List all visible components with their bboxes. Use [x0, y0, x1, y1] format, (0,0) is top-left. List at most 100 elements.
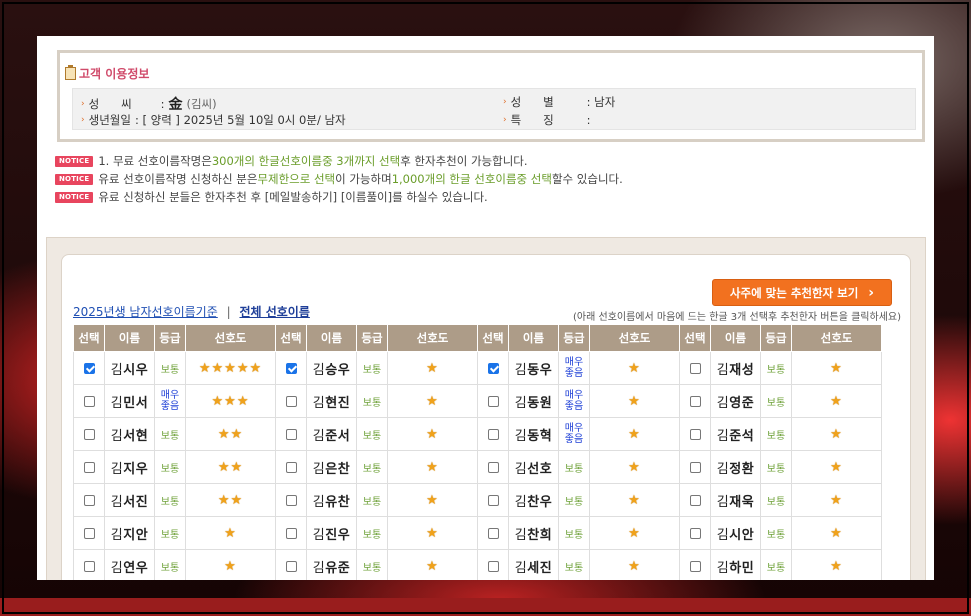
select-cell [477, 450, 509, 484]
korean-name: 김준석 [717, 429, 754, 444]
name-cell: 김준서 [306, 417, 357, 451]
gender-label: 성 별 [510, 95, 554, 109]
preference-cell: ★ [791, 450, 882, 484]
surname-row: › 성 씨 : 金 (김씨) [81, 94, 217, 114]
grade-cell: 보통 [760, 384, 792, 418]
notice-text: 1. 무료 선호이름작명은 [98, 154, 212, 168]
korean-name: 김선호 [515, 462, 552, 477]
name-checkbox[interactable] [83, 561, 95, 572]
trait-value: : [586, 113, 591, 127]
preference-cell: ★ [589, 450, 680, 484]
name-checkbox[interactable] [689, 396, 701, 407]
notice-text: 이 가능하며 [335, 172, 392, 186]
name-given: 민서 [123, 395, 149, 411]
name-header: 이름 [306, 324, 357, 352]
name-header: 이름 [104, 324, 155, 352]
link-all-names[interactable]: 전체 선호이름 [239, 305, 309, 319]
name-cell: 김재성 [710, 351, 761, 385]
select-header: 선택 [477, 324, 509, 352]
grade-cell: 보통 [356, 351, 388, 385]
name-checkbox[interactable] [285, 528, 297, 539]
link-year-criteria[interactable]: 2025년생 남자선호이름기준 [73, 305, 218, 319]
select-cell [275, 549, 307, 580]
grade-badge-normal: 보통 [766, 496, 786, 508]
name-checkbox[interactable] [83, 462, 95, 473]
name-checkbox[interactable] [487, 561, 499, 572]
name-checkbox[interactable] [487, 462, 499, 473]
name-surname: 김 [110, 494, 124, 510]
name-cell: 김연우 [104, 549, 155, 580]
name-surname: 김 [716, 461, 730, 477]
star-rating-icon: ★ [830, 558, 843, 574]
star-rating-icon: ★ [628, 360, 641, 376]
arrow-icon: › [503, 97, 507, 107]
customer-info-title: 고객 이용정보 [65, 65, 149, 82]
recommend-hanja-button[interactable]: 사주에 맞는 추천한자 보기 › [712, 279, 892, 306]
name-surname: 김 [514, 560, 528, 576]
name-checkbox[interactable] [689, 363, 701, 374]
preference-cell: ★ [387, 384, 478, 418]
korean-name: 김동혁 [515, 429, 552, 444]
name-cell: 김승우 [306, 351, 357, 385]
star-rating-icon: ★★ [217, 426, 244, 442]
star-rating-icon: ★ [628, 525, 641, 541]
name-checkbox[interactable] [689, 495, 701, 506]
preference-cell: ★★★ [185, 384, 276, 418]
star-rating-icon: ★ [628, 426, 641, 442]
name-checkbox[interactable] [83, 528, 95, 539]
name-checkbox[interactable] [83, 495, 95, 506]
name-checkbox[interactable] [83, 396, 95, 407]
name-given: 정환 [729, 461, 755, 477]
preference-cell: ★ [589, 549, 680, 580]
notice-highlight: 1,000개의 한글 선호이름중 선택 [391, 172, 552, 186]
grade-badge-normal: 보통 [564, 463, 584, 475]
name-checkbox[interactable] [285, 363, 297, 374]
korean-name: 김진우 [313, 528, 350, 543]
name-checkbox[interactable] [285, 462, 297, 473]
grade-cell: 보통 [558, 483, 590, 517]
grade-cell: 보통 [760, 483, 792, 517]
korean-name: 김연우 [111, 561, 148, 576]
arrow-icon: › [81, 115, 85, 125]
name-checkbox[interactable] [689, 429, 701, 440]
grade-header: 등급 [760, 324, 792, 352]
korean-name: 김영준 [717, 396, 754, 411]
name-checkbox[interactable] [83, 429, 95, 440]
preference-cell: ★ [589, 351, 680, 385]
select-cell [73, 450, 105, 484]
name-checkbox[interactable] [285, 396, 297, 407]
name-checkbox[interactable] [689, 528, 701, 539]
name-surname: 김 [312, 494, 326, 510]
name-checkbox[interactable] [689, 462, 701, 473]
name-given: 재욱 [729, 494, 755, 510]
grade-cell: 매우 좋음 [558, 417, 590, 451]
table-row: 김서진 보통 ★★ 김유찬 보통 ★ 김찬우 보통 ★ 김재욱 보통 ★ [73, 483, 882, 517]
name-checkbox[interactable] [487, 528, 499, 539]
name-checkbox[interactable] [487, 396, 499, 407]
name-checkbox[interactable] [487, 363, 499, 374]
name-surname: 김 [514, 461, 528, 477]
name-checkbox[interactable] [487, 495, 499, 506]
preference-cell: ★ [791, 483, 882, 517]
korean-name: 김준서 [313, 429, 350, 444]
name-given: 선호 [527, 461, 553, 477]
name-given: 동혁 [527, 428, 553, 444]
grade-cell: 매우 좋음 [558, 384, 590, 418]
star-rating-icon: ★ [426, 525, 439, 541]
table-row: 김지우 보통 ★★ 김은찬 보통 ★ 김선호 보통 ★ 김정환 보통 ★ [73, 450, 882, 484]
grade-badge-normal: 보통 [160, 463, 180, 475]
name-checkbox[interactable] [285, 429, 297, 440]
grade-badge-normal: 보통 [564, 529, 584, 541]
name-checkbox[interactable] [689, 561, 701, 572]
korean-name: 김지안 [111, 528, 148, 543]
customer-info-title-text: 고객 이용정보 [79, 67, 150, 81]
name-surname: 김 [110, 461, 124, 477]
grade-cell: 보통 [154, 516, 186, 550]
name-checkbox[interactable] [285, 495, 297, 506]
name-checkbox[interactable] [285, 561, 297, 572]
preference-cell: ★ [185, 516, 276, 550]
name-checkbox[interactable] [83, 363, 95, 374]
preference-cell: ★ [589, 384, 680, 418]
name-checkbox[interactable] [487, 429, 499, 440]
star-rating-icon: ★ [830, 525, 843, 541]
